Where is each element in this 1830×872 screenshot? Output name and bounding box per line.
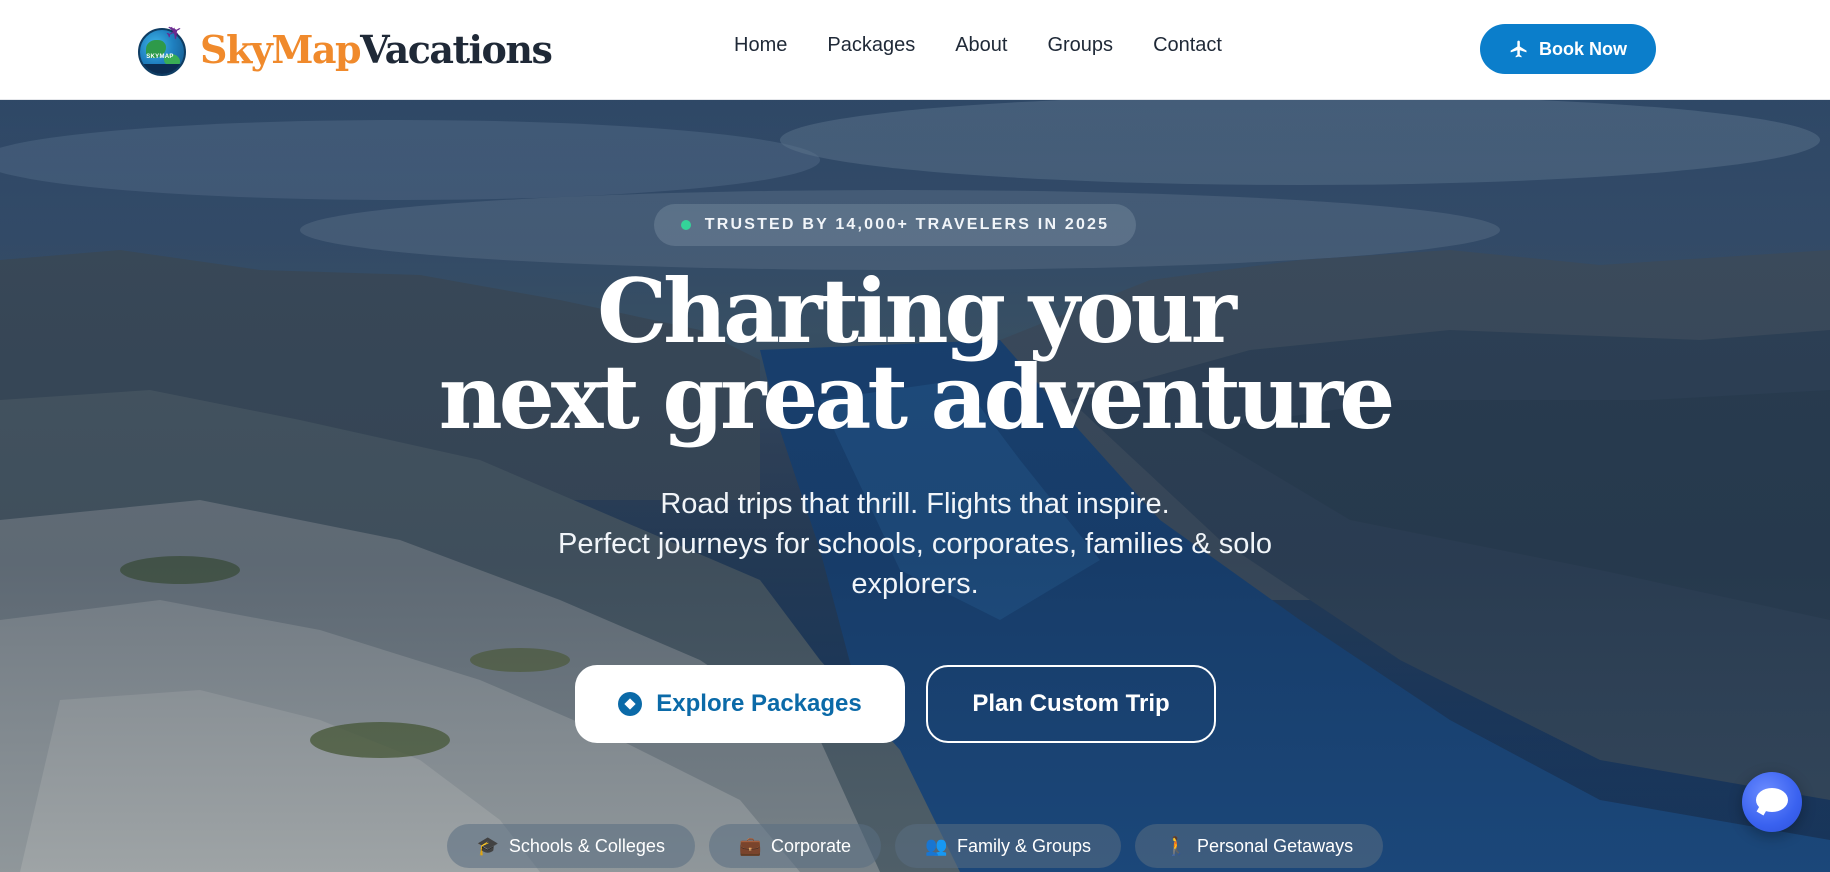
explore-packages-label: Explore Packages [656,690,862,717]
trust-text: TRUSTED BY 14,000+ TRAVELERS IN 2025 [704,216,1110,233]
brand-name-part2: Vacations [360,26,553,72]
brand-name: SkyMapVacations [200,26,553,72]
brand-logo[interactable]: SKYMAP ✈ SkyMapVacations [136,19,553,78]
main-nav: Home Packages About Groups Contact [734,34,1262,57]
book-now-label: Book Now [1539,38,1627,59]
chip-label: Family & Groups [957,835,1092,856]
nav-home[interactable]: Home [734,34,787,57]
subtitle-line1: Road trips that thrill. Flights that ins… [660,488,1170,520]
chip-schools[interactable]: 🎓 Schools & Colleges [446,824,695,868]
briefcase-icon: 💼 [738,835,762,856]
globe-logo-icon: SKYMAP ✈ [136,19,187,78]
nav-groups[interactable]: Groups [1047,34,1113,57]
status-dot-icon [680,220,691,230]
chip-corporate[interactable]: 💼 Corporate [708,824,881,868]
hero-headline: Charting your next great adventure [0,259,1830,449]
subtitle-line2: Perfect journeys for schools, corporates… [557,528,1273,560]
brand-name-part1: SkyMap [200,26,362,72]
explore-packages-button[interactable]: Explore Packages [575,665,905,743]
chip-personal[interactable]: 🚶 Personal Getaways [1135,824,1384,868]
hero-section: TRUSTED BY 14,000+ TRAVELERS IN 2025 Cha… [0,100,1830,872]
chat-widget-button[interactable] [1742,772,1802,832]
chip-label: Personal Getaways [1197,835,1354,856]
plane-icon [1510,40,1527,58]
compass-icon [618,692,643,716]
plan-custom-trip-label: Plan Custom Trip [972,690,1170,717]
chip-label: Schools & Colleges [508,835,665,856]
chip-family[interactable]: 👥 Family & Groups [895,824,1122,868]
audience-chips: 🎓 Schools & Colleges 💼 Corporate 👥 Famil… [0,824,1830,868]
nav-contact[interactable]: Contact [1153,34,1222,57]
users-icon: 👥 [925,835,948,856]
logo-badge-text: SKYMAP [146,54,174,60]
nav-about[interactable]: About [955,34,1007,57]
graduation-cap-icon: 🎓 [476,835,500,856]
site-header: SKYMAP ✈ SkyMapVacations Home Packages A… [0,0,1830,100]
person-hiking-icon: 🚶 [1165,835,1188,856]
headline-line1: Charting your [597,259,1237,363]
nav-packages[interactable]: Packages [827,34,915,57]
plan-custom-trip-button[interactable]: Plan Custom Trip [926,665,1216,743]
chip-label: Corporate [770,835,851,856]
book-now-button[interactable]: Book Now [1480,24,1656,74]
trust-badge: TRUSTED BY 14,000+ TRAVELERS IN 2025 [654,204,1136,246]
hero-subtitle: Road trips that thrill. Flights that ins… [0,484,1830,604]
subtitle-line3: explorers. [851,568,979,600]
headline-line2: next great adventure [438,345,1396,449]
